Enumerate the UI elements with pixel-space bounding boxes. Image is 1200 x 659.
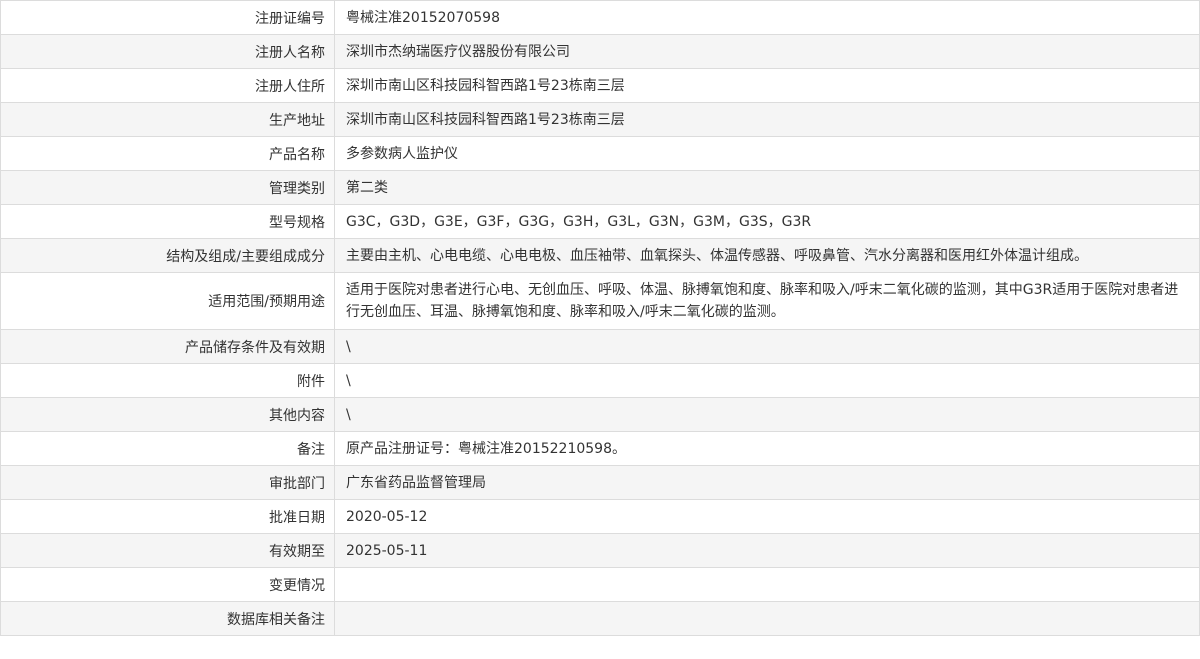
table-row: 注册人名称 深圳市杰纳瑞医疗仪器股份有限公司 (0, 34, 1200, 69)
table-row: 产品储存条件及有效期 \ (0, 329, 1200, 364)
row-value: \ (334, 363, 1200, 398)
row-label: 其他内容 (0, 397, 335, 432)
table-row: 注册人住所 深圳市南山区科技园科智西路1号23栋南三层 (0, 68, 1200, 103)
row-label: 附件 (0, 363, 335, 398)
row-label: 生产地址 (0, 102, 335, 137)
row-label: 适用范围/预期用途 (0, 272, 335, 330)
table-row: 变更情况 (0, 567, 1200, 602)
row-label: 变更情况 (0, 567, 335, 602)
row-value: 适用于医院对患者进行心电、无创血压、呼吸、体温、脉搏氧饱和度、脉率和吸入/呼末二… (334, 272, 1200, 330)
row-value: 原产品注册证号：粤械注准20152210598。 (334, 431, 1200, 466)
row-label: 管理类别 (0, 170, 335, 205)
row-value: 2020-05-12 (334, 499, 1200, 534)
table-row: 其他内容 \ (0, 397, 1200, 432)
row-label: 结构及组成/主要组成成分 (0, 238, 335, 273)
row-value: 深圳市杰纳瑞医疗仪器股份有限公司 (334, 34, 1200, 69)
table-row: 型号规格 G3C，G3D，G3E，G3F，G3G，G3H，G3L，G3N，G3M… (0, 204, 1200, 239)
table-row: 生产地址 深圳市南山区科技园科智西路1号23栋南三层 (0, 102, 1200, 137)
table-row: 审批部门 广东省药品监督管理局 (0, 465, 1200, 500)
table-row: 产品名称 多参数病人监护仪 (0, 136, 1200, 171)
row-value: 2025-05-11 (334, 533, 1200, 568)
table-row: 数据库相关备注 (0, 601, 1200, 636)
table-row: 备注 原产品注册证号：粤械注准20152210598。 (0, 431, 1200, 466)
row-label: 产品储存条件及有效期 (0, 329, 335, 364)
row-value: 多参数病人监护仪 (334, 136, 1200, 171)
row-label: 数据库相关备注 (0, 601, 335, 636)
row-label: 批准日期 (0, 499, 335, 534)
row-label: 注册人名称 (0, 34, 335, 69)
row-value: \ (334, 329, 1200, 364)
table-row: 管理类别 第二类 (0, 170, 1200, 205)
row-value: 广东省药品监督管理局 (334, 465, 1200, 500)
table-row: 注册证编号 粤械注准20152070598 (0, 0, 1200, 35)
row-value: 第二类 (334, 170, 1200, 205)
row-value (334, 567, 1200, 602)
row-value (334, 601, 1200, 636)
row-value: G3C，G3D，G3E，G3F，G3G，G3H，G3L，G3N，G3M，G3S，… (334, 204, 1200, 239)
row-value: 主要由主机、心电电缆、心电电极、血压袖带、血氧探头、体温传感器、呼吸鼻管、汽水分… (334, 238, 1200, 273)
row-label: 产品名称 (0, 136, 335, 171)
row-value: \ (334, 397, 1200, 432)
table-row: 结构及组成/主要组成成分 主要由主机、心电电缆、心电电极、血压袖带、血氧探头、体… (0, 238, 1200, 273)
row-label: 注册证编号 (0, 0, 335, 35)
row-value: 深圳市南山区科技园科智西路1号23栋南三层 (334, 102, 1200, 137)
table-row: 有效期至 2025-05-11 (0, 533, 1200, 568)
row-value: 深圳市南山区科技园科智西路1号23栋南三层 (334, 68, 1200, 103)
table-row: 适用范围/预期用途 适用于医院对患者进行心电、无创血压、呼吸、体温、脉搏氧饱和度… (0, 272, 1200, 330)
row-label: 型号规格 (0, 204, 335, 239)
row-label: 注册人住所 (0, 68, 335, 103)
row-label: 备注 (0, 431, 335, 466)
row-label: 有效期至 (0, 533, 335, 568)
registration-detail-table: 注册证编号 粤械注准20152070598 注册人名称 深圳市杰纳瑞医疗仪器股份… (0, 0, 1200, 636)
table-row: 附件 \ (0, 363, 1200, 398)
row-label: 审批部门 (0, 465, 335, 500)
table-row: 批准日期 2020-05-12 (0, 499, 1200, 534)
row-value: 粤械注准20152070598 (334, 0, 1200, 35)
